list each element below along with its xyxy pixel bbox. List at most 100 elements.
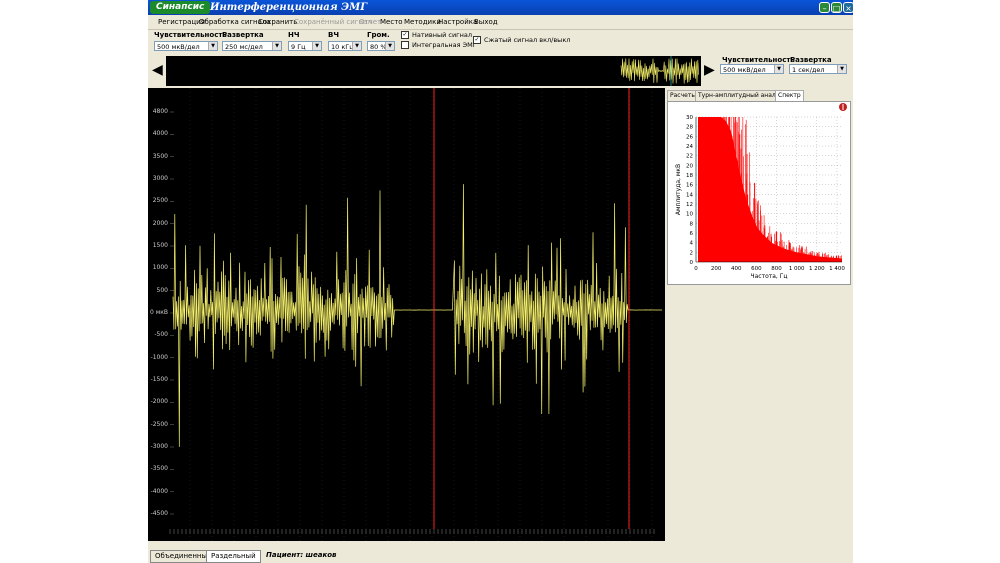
checkbox-unchecked-icon [401,41,409,49]
spectrum-svg: 0246810121416182022242628300 200 400 600 800… [675,103,847,280]
y-tick-label: 1000 [152,264,168,272]
menu-settings[interactable]: Настройка [438,15,477,29]
y-tick-label: 3000 [152,175,168,182]
x-axis-label: Частота, Гц [751,273,788,280]
y-tick-label: -1000 [150,353,168,361]
lowfreq-value: 9 Гц [291,43,306,51]
menu-report[interactable]: Отчет [359,15,381,29]
status-bar: Объединенный Раздельный Пациент: шеаков [148,547,853,563]
integral-emg-label: Интегральная ЭМГ [412,41,477,49]
y-tick-label: 2500 [152,197,168,205]
y-tick-label: 3500 [152,152,168,160]
analysis-panel: Расчеты Турн-амплитудный анализ Спектр 0… [665,88,853,541]
y-tick-label: 4800 [152,108,168,115]
x-tick-label: 0 [694,266,698,272]
lowfreq-select[interactable]: 9 Гц ▼ [288,41,322,51]
y-tick-label: -4000 [150,487,168,495]
y-tick-label: 6 [690,231,694,237]
y-tick-label: -3000 [150,443,168,450]
y-tick-label: 26 [686,134,693,140]
menu-methods[interactable]: Методики [404,15,441,29]
sensitivity-select[interactable]: 500 мкВ/дел ▼ [154,41,218,51]
emg-signal-canvas [169,88,663,541]
overview-sweep-value: 1 сек/дел [792,66,825,74]
native-signal-checkbox[interactable]: ✓ Нативный сигнал [401,31,472,39]
emg-plot[interactable]: 4800 4000 3500 3000 2500 2000 1500 1000 500 0 мкВ… [148,88,665,541]
y-tick-label: 20 [686,163,693,169]
spectrum-chart: 0 2 4 6 8 10 12 14 16 18 20 22 24 26 28 30 0 200 400 600 800… [667,101,851,285]
chevron-down-icon: ▼ [837,65,846,73]
y-tick-label: 18 [686,173,693,179]
menu-exit[interactable]: Выход [474,15,498,29]
close-icon[interactable]: × [843,2,853,13]
native-signal-label: Нативный сигнал [412,31,472,39]
compressed-signal-label: Сжатый сигнал вкл/выкл [484,36,571,44]
sweep-value: 250 мс/дел [225,43,263,51]
x-tick-label: 200 [711,266,722,272]
overview-signal-trace [620,58,699,84]
tab-spectrum[interactable]: Спектр [775,90,804,101]
y-tick-label: 8 [690,221,694,227]
y-tick-label: -2000 [150,398,168,406]
y-tick-label: 2000 [152,219,168,227]
menu-save[interactable]: Сохранить [258,15,297,29]
sweep-select[interactable]: 250 мс/дел ▼ [222,41,282,51]
sensitivity-label: Чувствительность [154,31,227,39]
toolbar: Чувствительность 500 мкВ/дел ▼ Развертка … [148,30,853,52]
y-tick-label: 0 [690,260,694,266]
patient-name: Пациент: шеаков [266,551,337,559]
menu-bar: Регистрация Обработка сигнала Сохранить … [148,15,853,30]
x-tick-label: 600 [751,266,762,272]
chevron-down-icon: ▼ [312,42,321,50]
y-tick-label: 30 [686,115,693,121]
y-tick-label: 2 [690,250,694,256]
y-tick-label: 22 [686,154,693,160]
overview-strip[interactable] [166,56,701,86]
tab-turn-amplitude[interactable]: Турн-амплитудный анализ [695,90,786,101]
y-tick-label: 4000 [152,130,168,138]
overview-sensitivity-select[interactable]: 500 мкВ/дел ▼ [720,64,784,74]
x-tick-label: 1 000 [789,266,805,272]
y-tick-label: 12 [686,202,693,208]
sweep-label: Развертка [222,31,264,39]
volume-select[interactable]: 80 % ▼ [367,41,395,51]
y-tick-label: -1500 [150,376,168,383]
minimize-icon[interactable]: – [819,2,830,13]
y-tick-label: 24 [686,144,693,150]
x-tick-label: 800 [771,266,782,272]
y-tick-label: 0 мкВ [150,309,168,316]
chevron-down-icon: ▼ [272,42,281,50]
y-tick-label: 14 [686,192,693,198]
integral-emg-checkbox[interactable]: Интегральная ЭМГ [401,41,477,49]
highfreq-label: ВЧ [328,31,339,39]
overview-signal [620,56,699,86]
scroll-left-icon[interactable]: ◀ [152,62,163,78]
menu-place[interactable]: Место [380,15,403,29]
tab-separate[interactable]: Раздельный [206,550,261,563]
overview-sensitivity-label: Чувствительность [722,56,795,64]
scroll-right-icon[interactable]: ▶ [704,62,715,78]
x-tick-label: 1 400 [829,266,845,272]
restore-icon[interactable]: □ [831,2,842,13]
y-axis-label: Амплитуда, мкВ [675,164,682,215]
y-tick-label: -4500 [150,510,168,517]
chevron-down-icon: ▼ [774,65,783,73]
y-tick-label: 4 [690,241,694,247]
compressed-signal-checkbox[interactable]: ✓ Сжатый сигнал вкл/выкл [473,36,570,44]
volume-label: Гром. [367,31,390,39]
x-tick-label: 1 200 [809,266,825,272]
app-logo: Синапсис [150,1,211,14]
highfreq-select[interactable]: 10 кГц ▼ [328,41,362,51]
x-tick-label: 400 [731,266,742,272]
title-bar: Синапсис Интерференционная ЭМГ – □ × [148,0,853,15]
emg-signal-trace [172,184,663,447]
overview-sweep-label: Развертка [790,56,832,64]
y-tick-label: 1500 [152,242,168,249]
menu-registration[interactable]: Регистрация [158,15,205,29]
highfreq-value: 10 кГц [331,43,354,51]
y-tick-label: -2500 [150,420,168,428]
overview-sweep-select[interactable]: 1 сек/дел ▼ [789,64,847,74]
chevron-down-icon: ▼ [208,42,217,50]
y-tick-label: 500 [156,286,168,294]
y-tick-label: -500 [154,331,168,339]
